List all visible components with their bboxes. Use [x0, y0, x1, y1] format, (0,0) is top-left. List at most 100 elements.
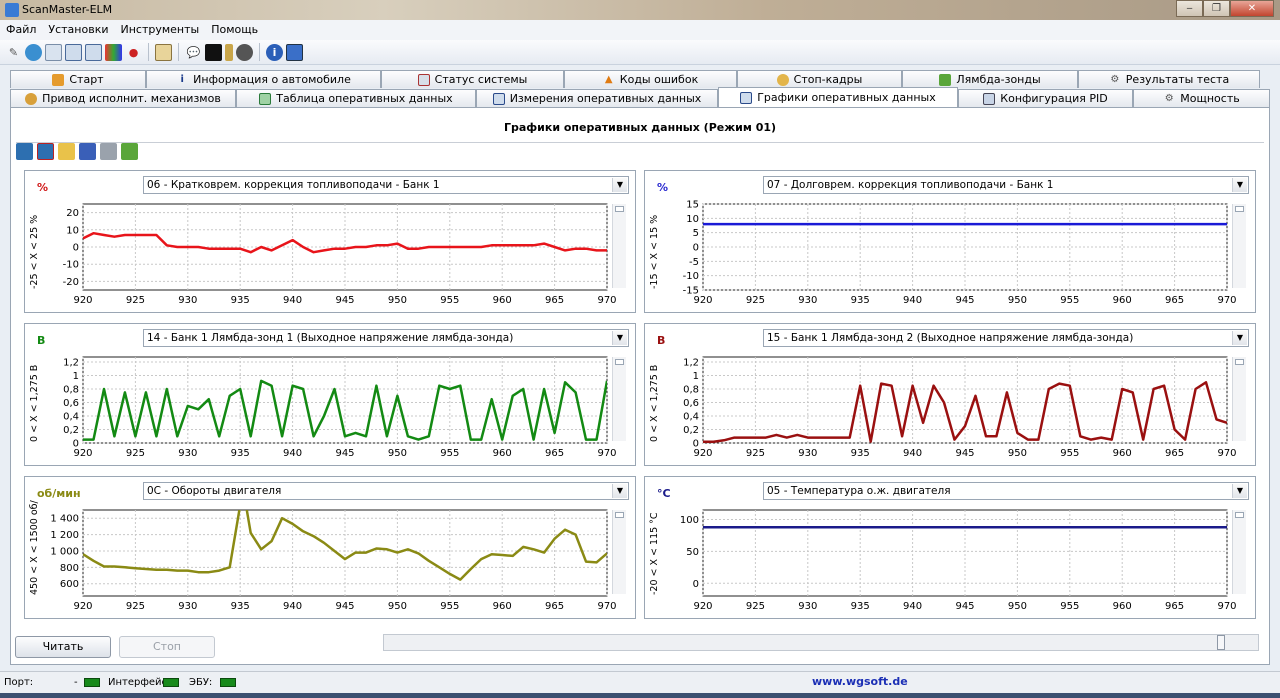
slider-thumb[interactable] [1235, 359, 1244, 365]
chevron-down-icon[interactable]: ▼ [1232, 178, 1247, 192]
pid-select-value: 07 - Долговрем. коррекция топливоподачи … [767, 179, 1054, 191]
pid-select[interactable]: 07 - Долговрем. коррекция топливоподачи … [763, 176, 1249, 194]
about-icon[interactable] [286, 43, 303, 61]
x-tick-label: 955 [1060, 448, 1079, 459]
chart-icon [740, 91, 753, 104]
globe-icon[interactable] [25, 43, 42, 61]
menu-file[interactable]: Файл [0, 20, 42, 40]
connect-icon[interactable]: ✎ [5, 44, 22, 61]
clipboard-icon[interactable] [155, 43, 172, 61]
chart-icon[interactable] [85, 43, 102, 61]
info-icon[interactable]: i [266, 43, 283, 61]
tab-system-status[interactable]: Статус системы [381, 70, 564, 88]
chart-scale-slider[interactable] [1232, 204, 1246, 288]
x-tick-label: 940 [903, 448, 922, 459]
pid-select-value: 14 - Банк 1 Лямбда-зонд 1 (Выходное напр… [147, 332, 514, 344]
menu-tools[interactable]: Инструменты [115, 20, 206, 40]
tab-live-data-measurements[interactable]: Измерения оперативных данных [476, 89, 718, 107]
pid-select[interactable]: 15 - Банк 1 Лямбда-зонд 2 (Выходное напр… [763, 329, 1249, 347]
table-icon [259, 92, 272, 105]
tab-pid-config[interactable]: Конфигурация PID [958, 89, 1133, 107]
traffic-light-icon[interactable]: ● [125, 44, 142, 61]
chart-scale-slider[interactable] [612, 510, 626, 594]
chart-scale-slider[interactable] [612, 204, 626, 288]
battery-icon[interactable] [225, 43, 233, 61]
tab-freeze-frames[interactable]: Стоп-кадры [737, 70, 902, 88]
x-tick-label: 930 [178, 601, 197, 612]
pid-select[interactable]: 14 - Банк 1 Лямбда-зонд 1 (Выходное напр… [143, 329, 629, 347]
time-slider[interactable] [383, 634, 1259, 651]
pid-select[interactable]: 06 - Кратковрем. коррекция топливоподачи… [143, 176, 629, 194]
chevron-down-icon[interactable]: ▼ [612, 331, 627, 345]
x-tick-label: 950 [388, 601, 407, 612]
tab-power[interactable]: ⚙ Мощность [1133, 89, 1270, 107]
terminal-icon[interactable] [205, 43, 222, 61]
table-icon[interactable] [65, 43, 82, 61]
chart-scale-slider[interactable] [1232, 510, 1246, 594]
minimize-button[interactable]: ‒ [1176, 0, 1203, 17]
app-icon [5, 3, 19, 17]
y-tick-label: 1 400 [50, 514, 79, 525]
tab-live-data-charts[interactable]: Графики оперативных данных [718, 87, 958, 107]
close-button[interactable]: ✕ [1230, 0, 1274, 17]
menu-help[interactable]: Помощь [205, 20, 264, 40]
ecu-label: ЭБУ: [189, 677, 213, 688]
slider-thumb[interactable] [1235, 206, 1244, 212]
open-folder-icon[interactable] [58, 142, 75, 160]
website-link[interactable]: www.wgsoft.de [812, 675, 908, 688]
chart-scale-slider[interactable] [1232, 357, 1246, 441]
stop-button[interactable]: Стоп [119, 636, 215, 658]
x-tick-label: 950 [1008, 295, 1027, 306]
pid-select[interactable]: 05 - Температура о.ж. двигателя ▼ [763, 482, 1249, 500]
print-icon[interactable] [100, 142, 117, 160]
chart-scale-slider[interactable] [612, 357, 626, 441]
chat-icon[interactable]: 💬 [185, 44, 202, 61]
add-chart-icon[interactable] [16, 142, 33, 160]
tab-actuators[interactable]: Привод исполнит. механизмов [10, 89, 236, 107]
stop-icon[interactable] [236, 43, 253, 61]
tab-start[interactable]: Старт [10, 70, 146, 88]
chevron-down-icon[interactable]: ▼ [612, 178, 627, 192]
menu-settings[interactable]: Установки [42, 20, 114, 40]
tab-row-1: Старт i Информация о автомобиле Статус си… [10, 70, 1260, 88]
maximize-button[interactable]: ❐ [1203, 0, 1230, 17]
y-range-label: -20 < X < 115 °C [649, 512, 660, 595]
x-tick-label: 945 [955, 295, 974, 306]
x-tick-label: 965 [545, 601, 564, 612]
x-tick-label: 925 [746, 448, 765, 459]
chevron-down-icon[interactable]: ▼ [1232, 484, 1247, 498]
slider-thumb[interactable] [615, 359, 624, 365]
x-tick-label: 930 [798, 601, 817, 612]
chevron-down-icon[interactable]: ▼ [612, 484, 627, 498]
x-tick-label: 970 [597, 295, 616, 306]
y-tick-label: 20 [66, 208, 79, 219]
read-button[interactable]: Читать [15, 636, 111, 658]
x-tick-label: 965 [545, 448, 564, 459]
colors-icon[interactable] [105, 43, 122, 61]
export-icon[interactable] [121, 142, 138, 160]
tab-vehicle-info[interactable]: i Информация о автомобиле [146, 70, 381, 88]
slider-thumb[interactable] [1217, 635, 1225, 650]
x-tick-label: 955 [1060, 295, 1079, 306]
tab-lambda-sensors[interactable]: Лямбда-зонды [902, 70, 1078, 88]
y-tick-label: 0,8 [683, 385, 699, 396]
x-tick-label: 940 [283, 448, 302, 459]
remove-chart-icon[interactable] [37, 142, 54, 160]
tab-label: Мощность [1180, 92, 1240, 105]
x-tick-label: 950 [1008, 448, 1027, 459]
pid-select[interactable]: 0C - Обороты двигателя ▼ [143, 482, 629, 500]
x-tick-label: 950 [1008, 601, 1027, 612]
y-tick-label: 1 [693, 371, 699, 382]
y-tick-label: 0 [73, 243, 79, 254]
tab-live-data-table[interactable]: Таблица оперативных данных [236, 89, 476, 107]
slider-thumb[interactable] [615, 512, 624, 518]
tab-label: Стоп-кадры [793, 73, 863, 86]
save-icon[interactable] [79, 142, 96, 160]
tab-error-codes[interactable]: ▲ Коды ошибок [564, 70, 737, 88]
tab-test-results[interactable]: ⚙ Результаты теста [1078, 70, 1260, 88]
document-icon[interactable] [45, 43, 62, 61]
y-tick-label: 0,2 [63, 425, 79, 436]
slider-thumb[interactable] [615, 206, 624, 212]
chevron-down-icon[interactable]: ▼ [1232, 331, 1247, 345]
slider-thumb[interactable] [1235, 512, 1244, 518]
